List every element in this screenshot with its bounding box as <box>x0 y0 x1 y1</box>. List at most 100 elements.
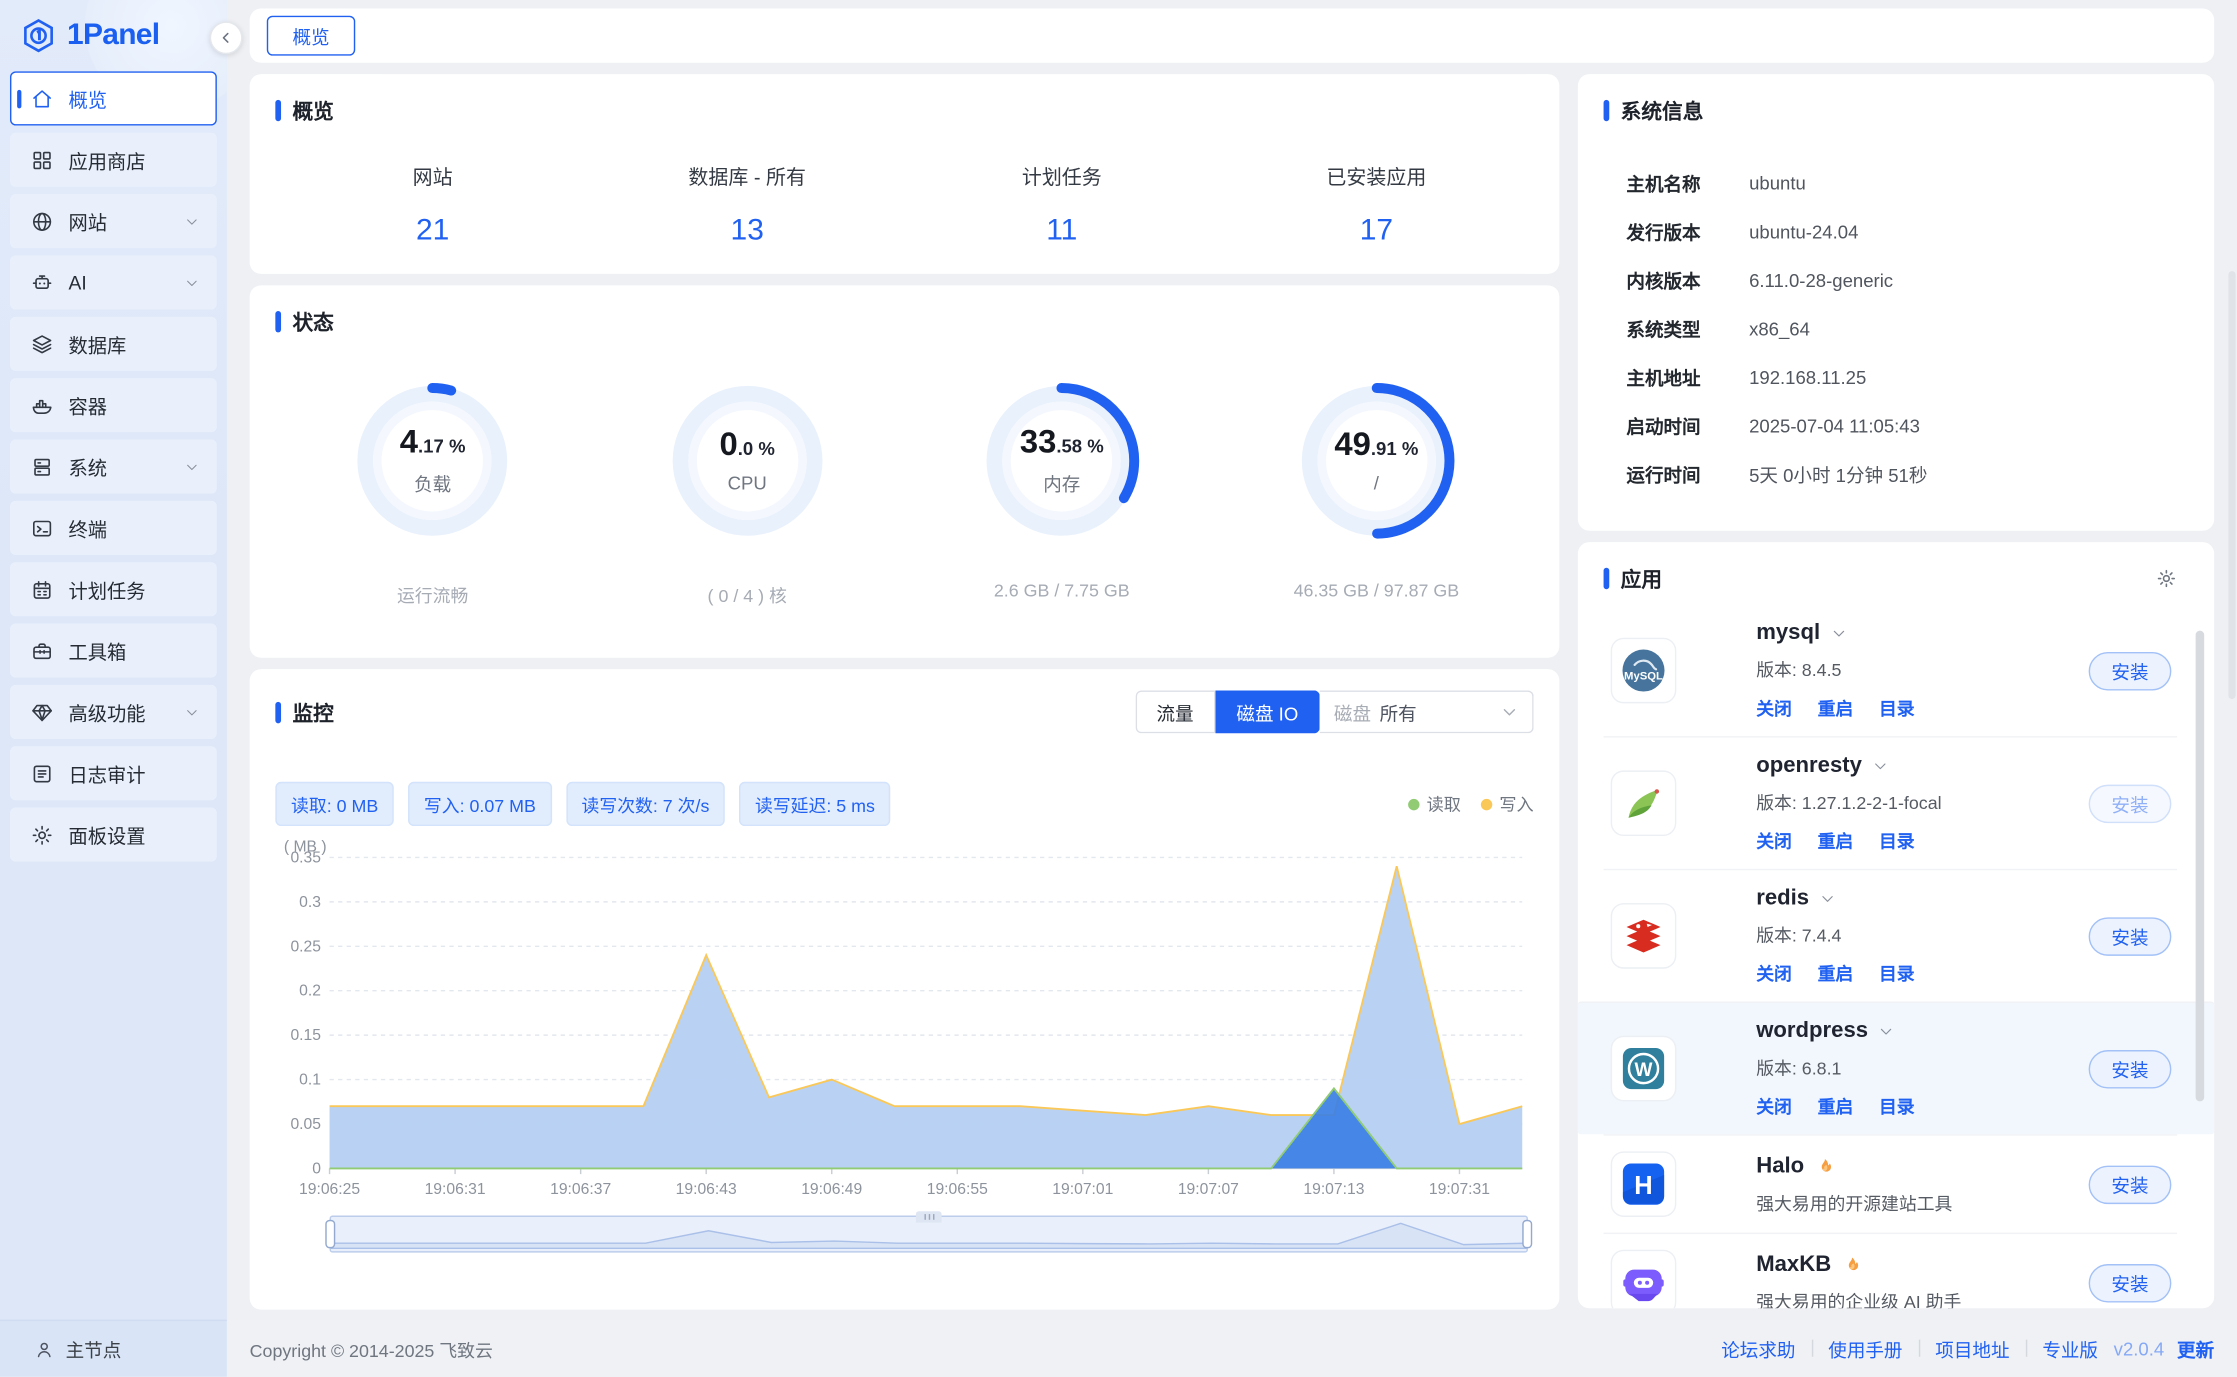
sidebar-item-logs[interactable]: 日志审计 <box>10 746 217 800</box>
system-info-label: 主机名称 <box>1626 169 1749 196</box>
io-badge: 读取: 0 MB <box>275 782 394 826</box>
apps-title-text: 应用 <box>1621 564 1662 594</box>
update-link[interactable]: 更新 <box>2177 1335 2214 1362</box>
system-info-rows: 主机名称 ubuntu发行版本 ubuntu-24.04内核版本 6.11.0-… <box>1604 158 2189 498</box>
flame-icon <box>1814 1156 1834 1176</box>
sidebar-menu: 概览应用商店网站 AI 数据库容器系统终端计划任务工具箱高级功能日志审计面板设置 <box>0 68 227 871</box>
app-action-重启[interactable]: 重启 <box>1818 959 1854 986</box>
copyright: Copyright © 2014-2025 飞致云 <box>250 1335 493 1362</box>
sidebar-item-label: 容器 <box>68 391 107 420</box>
app-action-关闭[interactable]: 关闭 <box>1756 959 1792 986</box>
app-name-text: MaxKB <box>1756 1252 1831 1278</box>
chevron-down-icon <box>1501 703 1518 720</box>
app-name[interactable]: wordpress <box>1756 1019 2088 1045</box>
footer-link-专业版[interactable]: 专业版 <box>2042 1335 2098 1362</box>
apps-scrollbar[interactable] <box>2196 631 2205 1102</box>
system-info-value: ubuntu <box>1749 172 1806 193</box>
sidebar-collapse-button[interactable] <box>210 21 243 54</box>
install-button[interactable]: 安装 <box>2089 651 2172 690</box>
datazoom-grip[interactable] <box>916 1211 942 1222</box>
app-name-text: redis <box>1756 886 1809 912</box>
gauge-ring: 33.58 % 内存 <box>978 377 1146 545</box>
sidebar-item-app-store[interactable]: 应用商店 <box>10 133 217 187</box>
app-action-目录[interactable]: 目录 <box>1879 959 1915 986</box>
app-name[interactable]: openresty <box>1756 753 2088 779</box>
app-action-目录[interactable]: 目录 <box>1879 826 1915 853</box>
tab-overview[interactable]: 概览 <box>267 16 355 56</box>
app-name[interactable]: redis <box>1756 886 2088 912</box>
apps-list: MySQL mysql 版本: 8.4.5 关闭重启目录 安装 openrest… <box>1604 605 2178 1308</box>
install-button[interactable]: 安装 <box>2089 1263 2172 1302</box>
install-button[interactable]: 安装 <box>2089 1049 2172 1088</box>
system-info-row: 主机名称 ubuntu <box>1604 158 2189 207</box>
sidebar-item-cronjob[interactable]: 计划任务 <box>10 562 217 616</box>
io-badge: 读写次数: 7 次/s <box>566 782 725 826</box>
monitor-mode-流量[interactable]: 流量 <box>1135 691 1215 734</box>
apps-header: 应用 <box>1604 564 2178 594</box>
title-accent-bar <box>275 311 281 332</box>
sidebar-item-container[interactable]: 容器 <box>10 378 217 432</box>
stat-value[interactable]: 17 <box>1219 214 1534 248</box>
sidebar-item-system[interactable]: 系统 <box>10 439 217 493</box>
app-action-重启[interactable]: 重启 <box>1818 1091 1854 1118</box>
page-scrollbar[interactable] <box>2228 271 2235 699</box>
app-action-重启[interactable]: 重启 <box>1818 826 1854 853</box>
sidebar-item-advanced[interactable]: 高级功能 <box>10 685 217 739</box>
version-label: v2.0.4 <box>2114 1337 2165 1358</box>
app-action-目录[interactable]: 目录 <box>1879 693 1915 720</box>
sidebar-item-database[interactable]: 数据库 <box>10 317 217 371</box>
footer-separator <box>1811 1340 1812 1357</box>
sidebar-item-toolbox[interactable]: 工具箱 <box>10 623 217 677</box>
app-name[interactable]: MaxKB <box>1756 1252 2088 1278</box>
footer-node[interactable]: 主节点 <box>0 1320 227 1377</box>
datazoom-handle-right[interactable] <box>1522 1220 1532 1249</box>
robot-icon <box>30 270 54 294</box>
apps-settings-gear-icon[interactable] <box>2156 568 2177 589</box>
sidebar-item-label: 概览 <box>68 84 107 113</box>
sidebar-item-website[interactable]: 网站 <box>10 194 217 248</box>
gauge-label: 负载 <box>414 469 451 496</box>
title-accent-bar <box>275 100 281 121</box>
app-name[interactable]: mysql <box>1756 621 2088 647</box>
sidebar-item-terminal[interactable]: 终端 <box>10 501 217 555</box>
app-action-目录[interactable]: 目录 <box>1879 1091 1915 1118</box>
app-name[interactable]: Halo <box>1756 1153 2088 1179</box>
io-badge: 写入: 0.07 MB <box>408 782 551 826</box>
active-indicator-bar <box>17 90 21 109</box>
datazoom-handle-left[interactable] <box>325 1220 335 1249</box>
system-info-label: 主机地址 <box>1626 363 1749 390</box>
container-icon <box>30 393 54 417</box>
stat-value[interactable]: 11 <box>905 214 1220 248</box>
monitor-mode-磁盘 IO[interactable]: 磁盘 IO <box>1215 691 1320 734</box>
terminal-icon <box>30 516 54 540</box>
install-button[interactable]: 安装 <box>2089 1165 2172 1204</box>
app-action-关闭[interactable]: 关闭 <box>1756 693 1792 720</box>
monitor-badge-row: 读取: 0 MB写入: 0.07 MB读写次数: 7 次/s读写延迟: 5 ms… <box>275 782 1533 826</box>
status-card: 状态 4.17 % 负载 运行流畅 0.0 % CPU <box>250 285 1560 657</box>
app-action-关闭[interactable]: 关闭 <box>1756 1091 1792 1118</box>
install-button[interactable]: 安装 <box>2089 917 2172 956</box>
svg-text:19:06:31: 19:06:31 <box>425 1181 486 1198</box>
sidebar-item-ai[interactable]: AI <box>10 255 217 309</box>
sidebar-item-label: 工具箱 <box>68 636 126 665</box>
sidebar-item-settings[interactable]: 面板设置 <box>10 807 217 861</box>
legend-item-读取[interactable]: 读取 <box>1408 792 1461 816</box>
stat-value[interactable]: 21 <box>275 214 590 248</box>
app-action-关闭[interactable]: 关闭 <box>1756 826 1792 853</box>
chevron-down-icon <box>1830 625 1847 642</box>
install-button[interactable]: 安装 <box>2089 784 2172 823</box>
disk-select[interactable]: 磁盘 所有 <box>1320 691 1534 734</box>
stat-label: 网站 <box>275 163 590 192</box>
chevron-down-icon <box>184 213 200 229</box>
apps-title: 应用 <box>1604 564 1662 594</box>
sidebar-item-overview[interactable]: 概览 <box>10 71 217 125</box>
stat-value[interactable]: 13 <box>590 214 905 248</box>
chart-datazoom-slider[interactable] <box>330 1216 1528 1253</box>
legend-item-写入[interactable]: 写入 <box>1481 792 1534 816</box>
footer-link-使用手册[interactable]: 使用手册 <box>1828 1335 1902 1362</box>
footer-link-论坛求助[interactable]: 论坛求助 <box>1721 1335 1795 1362</box>
appstore-icon <box>30 148 54 172</box>
disk-io-chart: ( MB )00.050.10.150.20.250.30.3519:06:25… <box>275 835 1533 1203</box>
footer-link-项目地址[interactable]: 项目地址 <box>1935 1335 2009 1362</box>
app-action-重启[interactable]: 重启 <box>1818 693 1854 720</box>
